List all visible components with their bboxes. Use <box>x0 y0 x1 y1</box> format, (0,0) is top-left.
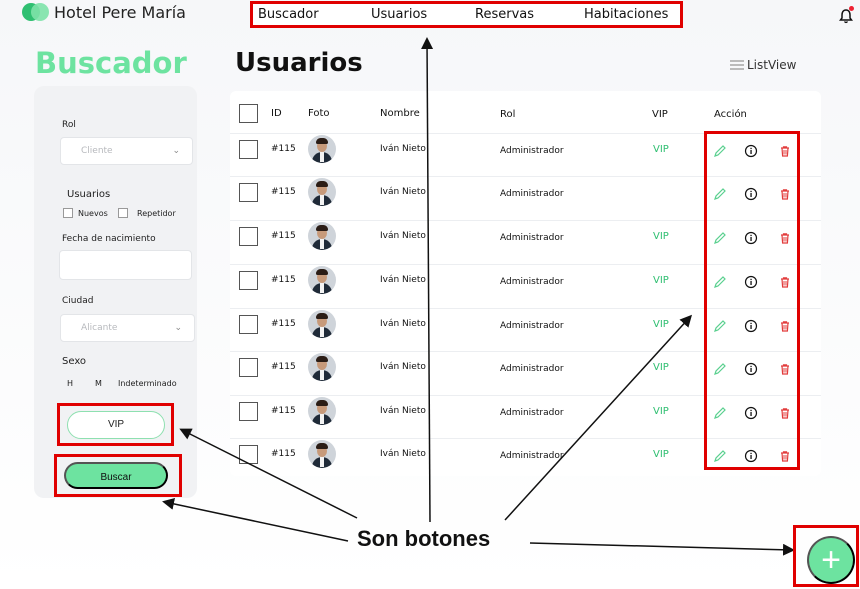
usuarios-label: Usuarios <box>67 189 111 200</box>
cell-vip: VIP <box>653 275 669 286</box>
avatar <box>308 266 336 294</box>
rol-label: Rol <box>62 120 76 130</box>
cell-id: #115 <box>271 319 296 329</box>
nav-item-reservas[interactable]: Reservas <box>475 7 534 22</box>
row-checkbox[interactable] <box>239 227 258 246</box>
cell-nombre: Iván Nieto <box>380 275 426 285</box>
listview-label: ListView <box>747 58 797 72</box>
avatar <box>308 135 336 163</box>
vip-button[interactable]: VIP <box>67 411 165 439</box>
buscar-button[interactable]: Buscar <box>64 462 168 489</box>
page-title: Usuarios <box>235 48 363 78</box>
column-header-vip: VIP <box>652 109 668 120</box>
cell-rol: Administrador <box>500 364 564 374</box>
cell-nombre: Iván Nieto <box>380 319 426 329</box>
arrow-to-fab <box>529 542 795 556</box>
column-header-accion: Acción <box>714 109 747 120</box>
app-logo[interactable]: Hotel Pere María <box>20 2 186 22</box>
list-icon <box>730 59 744 71</box>
nav-item-habitaciones[interactable]: Habitaciones <box>584 7 668 22</box>
logo-mark <box>20 2 52 22</box>
row-checkbox[interactable] <box>239 315 258 334</box>
filter-panel-title: Buscador <box>35 46 187 80</box>
column-header-nombre: Nombre <box>380 108 420 119</box>
cell-rol: Administrador <box>500 408 564 418</box>
cell-nombre: Iván Nieto <box>380 231 426 241</box>
rol-select-value: Cliente <box>81 146 113 156</box>
cell-id: #115 <box>271 362 296 372</box>
notification-dot <box>849 6 854 11</box>
cell-vip: VIP <box>653 231 669 242</box>
cell-vip: VIP <box>653 144 669 155</box>
top-navigation: Buscador Usuarios Reservas Habitaciones <box>250 1 683 28</box>
cell-id: #115 <box>271 187 296 197</box>
column-header-foto: Foto <box>308 108 330 119</box>
row-checkbox[interactable] <box>239 140 258 159</box>
annotation-label: Son botones <box>357 526 491 551</box>
plus-icon: + <box>821 541 841 579</box>
ciudad-select-value: Alicante <box>81 323 118 333</box>
cell-rol: Administrador <box>500 189 564 199</box>
column-header-id: ID <box>271 108 282 119</box>
select-all-checkbox[interactable] <box>239 104 258 123</box>
avatar <box>308 222 336 250</box>
chevron-down-icon: ⌄ <box>174 323 182 333</box>
ciudad-select[interactable]: Alicante ⌄ <box>60 314 195 342</box>
cell-rol: Administrador <box>500 321 564 331</box>
arrow-to-buscar <box>162 498 349 542</box>
row-checkbox[interactable] <box>239 271 258 290</box>
nuevos-checkbox[interactable] <box>63 208 73 218</box>
cell-id: #115 <box>271 275 296 285</box>
sexo-h-option[interactable]: H <box>67 379 73 388</box>
cell-rol: Administrador <box>500 233 564 243</box>
cell-nombre: Iván Nieto <box>380 406 426 416</box>
cell-nombre: Iván Nieto <box>380 362 426 372</box>
avatar <box>308 397 336 425</box>
cell-vip: VIP <box>653 319 669 330</box>
avatar <box>308 310 336 338</box>
row-checkbox[interactable] <box>239 445 258 464</box>
rol-select[interactable]: Cliente ⌄ <box>60 137 193 165</box>
listview-toggle[interactable]: ListView <box>730 58 796 72</box>
sexo-indeterminado-option[interactable]: Indeterminado <box>118 379 177 388</box>
cell-vip: VIP <box>653 449 669 460</box>
fecha-label: Fecha de nacimiento <box>62 234 156 244</box>
cell-rol: Administrador <box>500 451 564 461</box>
cell-vip: VIP <box>653 362 669 373</box>
cell-id: #115 <box>271 144 296 154</box>
repetidor-checkbox[interactable] <box>118 208 128 218</box>
avatar <box>308 353 336 381</box>
chevron-down-icon: ⌄ <box>172 146 180 156</box>
row-checkbox[interactable] <box>239 183 258 202</box>
cell-nombre: Iván Nieto <box>380 449 426 459</box>
cell-rol: Administrador <box>500 277 564 287</box>
app-title: Hotel Pere María <box>54 2 186 22</box>
cell-vip: VIP <box>653 406 669 417</box>
nav-item-buscador[interactable]: Buscador <box>258 7 319 22</box>
cell-id: #115 <box>271 406 296 416</box>
column-header-rol: Rol <box>500 109 516 120</box>
add-user-button[interactable]: + <box>807 536 855 584</box>
cell-rol: Administrador <box>500 146 564 156</box>
repetidor-label: Repetidor <box>137 209 176 218</box>
sexo-m-option[interactable]: M <box>95 379 102 388</box>
avatar <box>308 440 336 468</box>
cell-nombre: Iván Nieto <box>380 187 426 197</box>
sexo-label: Sexo <box>62 356 87 367</box>
actions-highlight-frame <box>704 131 800 470</box>
fecha-nacimiento-input[interactable] <box>59 250 192 280</box>
ciudad-label: Ciudad <box>62 296 94 306</box>
avatar <box>308 178 336 206</box>
row-checkbox[interactable] <box>239 358 258 377</box>
nuevos-label: Nuevos <box>78 209 108 218</box>
cell-id: #115 <box>271 449 296 459</box>
nav-item-usuarios[interactable]: Usuarios <box>371 7 427 22</box>
cell-nombre: Iván Nieto <box>380 144 426 154</box>
row-checkbox[interactable] <box>239 402 258 421</box>
cell-id: #115 <box>271 231 296 241</box>
